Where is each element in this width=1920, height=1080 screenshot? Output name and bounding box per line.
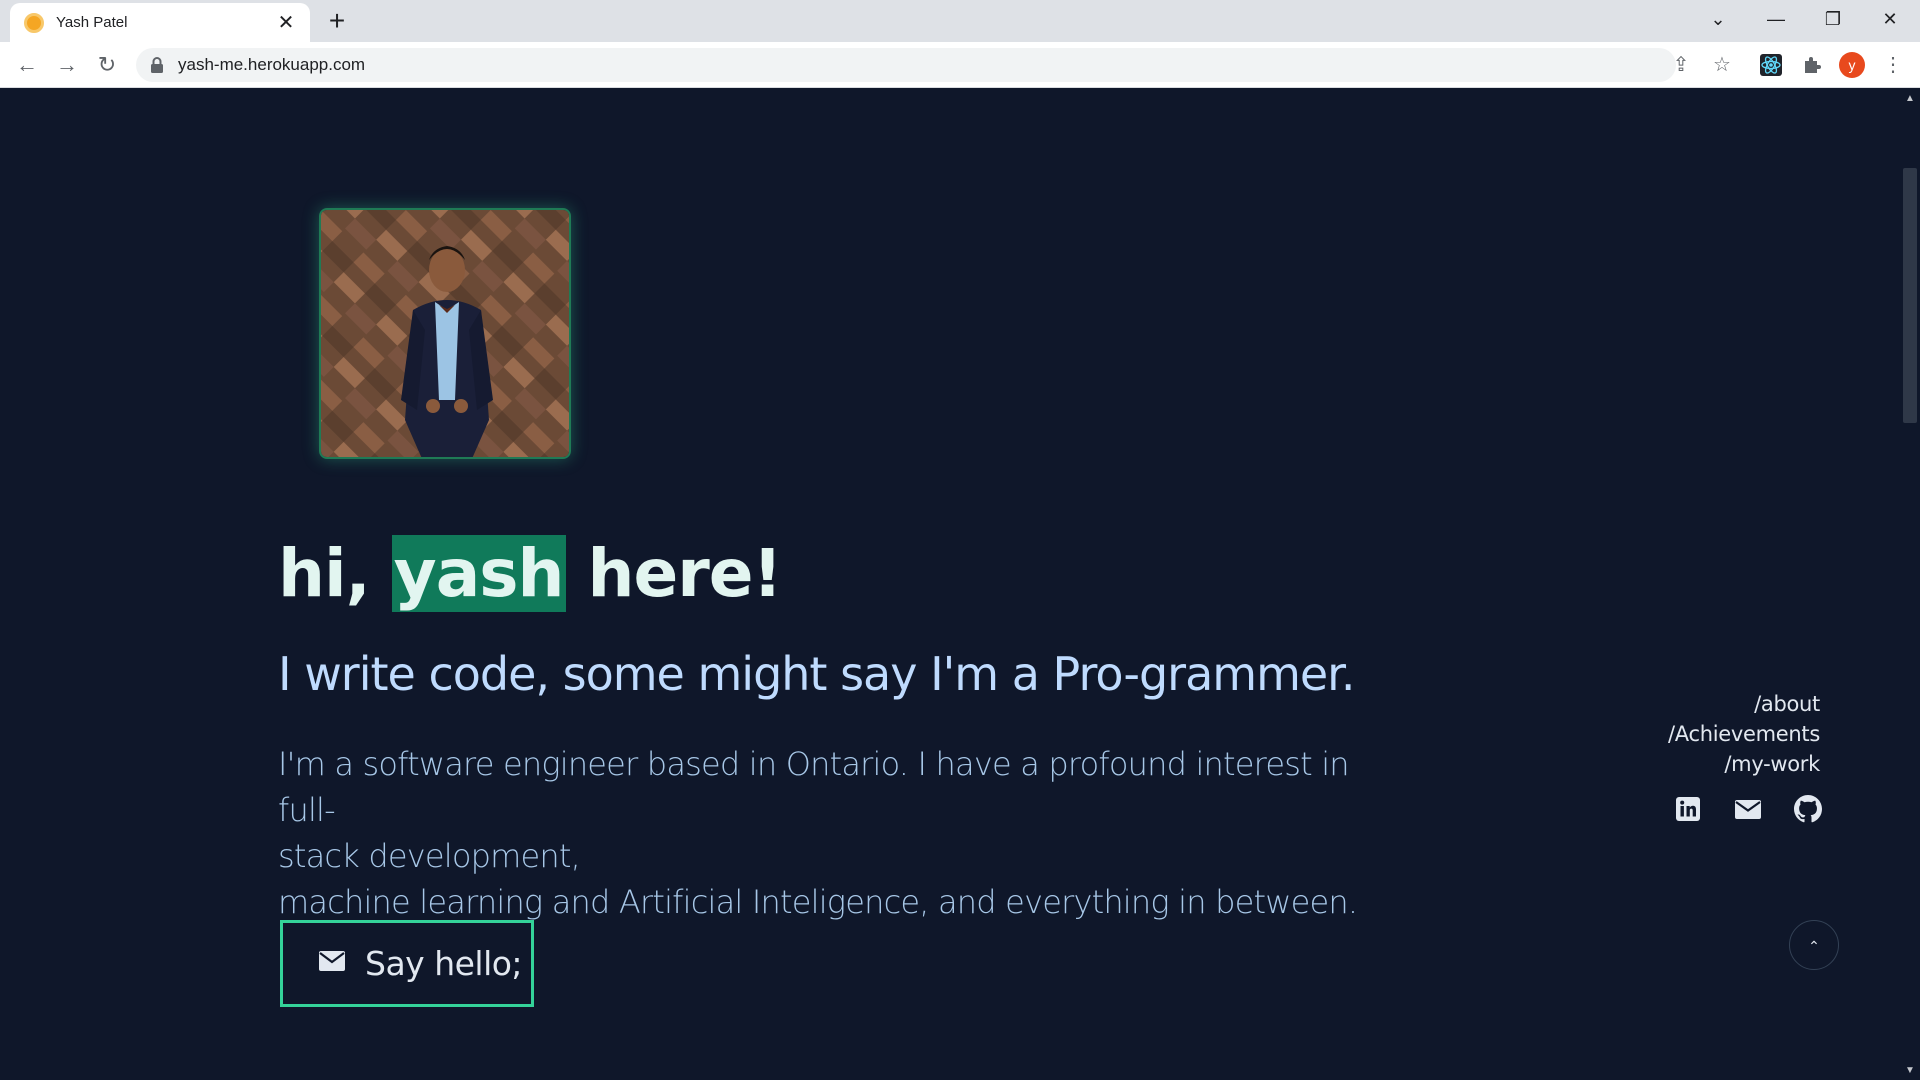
page-content: hi, yash here! I write code, some might … — [0, 89, 1900, 1080]
bio-line: machine learning and Artificial Intelige… — [278, 883, 1358, 921]
tab-close-button[interactable]: ✕ — [274, 11, 298, 35]
say-hello-button[interactable]: Say hello; — [280, 920, 534, 1007]
headline-name-highlight: yash — [391, 535, 566, 612]
close-window-button[interactable]: ✕ — [1862, 4, 1918, 34]
say-hello-label: Say hello; — [365, 944, 523, 983]
tab-search-button[interactable]: ⌄ — [1690, 4, 1746, 34]
browser-tab-bar: Yash Patel ✕ + ⌄ — ❐ ✕ — [0, 0, 1920, 42]
headline-prefix: hi, — [278, 535, 392, 612]
browser-menu-button[interactable]: ⋮ — [1878, 50, 1908, 80]
url-text: yash-me.herokuapp.com — [178, 55, 366, 74]
tab-title: Yash Patel — [56, 14, 128, 31]
scrollbar-thumb[interactable] — [1903, 168, 1917, 423]
scroll-down-arrow-icon[interactable]: ▼ — [1903, 1064, 1917, 1078]
browser-tab[interactable]: Yash Patel ✕ — [10, 3, 310, 42]
hero-bio: I'm a software engineer based in Ontario… — [278, 741, 1358, 925]
reload-button[interactable]: ↻ — [92, 50, 122, 80]
profile-photo — [319, 208, 571, 459]
linkedin-icon[interactable] — [1674, 795, 1702, 823]
headline-suffix: here! — [565, 535, 782, 612]
mail-icon[interactable] — [1734, 795, 1762, 823]
bio-line: stack development, — [278, 837, 581, 875]
nav-link-achievements[interactable]: /Achievements — [1668, 719, 1820, 749]
mail-icon — [319, 950, 345, 971]
lock-icon — [151, 57, 163, 73]
bio-line: I'm a software engineer based in Ontario… — [278, 745, 1350, 829]
profile-avatar[interactable]: y — [1839, 52, 1865, 78]
restore-button[interactable]: ❐ — [1805, 4, 1861, 34]
address-bar[interactable]: yash-me.herokuapp.com — [136, 48, 1676, 82]
github-icon[interactable] — [1794, 795, 1822, 823]
back-button[interactable]: ← — [12, 50, 42, 80]
side-navigation: /about /Achievements /my-work — [1668, 689, 1820, 779]
forward-button[interactable]: → — [52, 50, 82, 80]
favicon-icon — [24, 12, 44, 33]
hero-subheading: I write code, some might say I'm a Pro-g… — [278, 647, 1355, 701]
extensions-puzzle-icon[interactable] — [1801, 54, 1823, 76]
minimize-button[interactable]: — — [1748, 4, 1804, 34]
scroll-to-top-button[interactable]: ⌃ — [1789, 920, 1839, 970]
browser-toolbar: ← → ↻ yash-me.herokuapp.com ⇪ ☆ ⋮ — [0, 42, 1920, 88]
new-tab-button[interactable]: + — [322, 6, 352, 36]
nav-link-about[interactable]: /about — [1668, 689, 1820, 719]
share-icon[interactable]: ⇪ — [1666, 50, 1696, 80]
nav-link-my-work[interactable]: /my-work — [1668, 749, 1820, 779]
profile-photo-image — [321, 210, 569, 457]
scroll-up-arrow-icon[interactable]: ▲ — [1903, 92, 1917, 106]
hero-headline: hi, yash here! — [278, 535, 783, 612]
bookmark-star-icon[interactable]: ☆ — [1707, 50, 1737, 80]
react-devtools-extension-icon[interactable] — [1760, 54, 1782, 76]
